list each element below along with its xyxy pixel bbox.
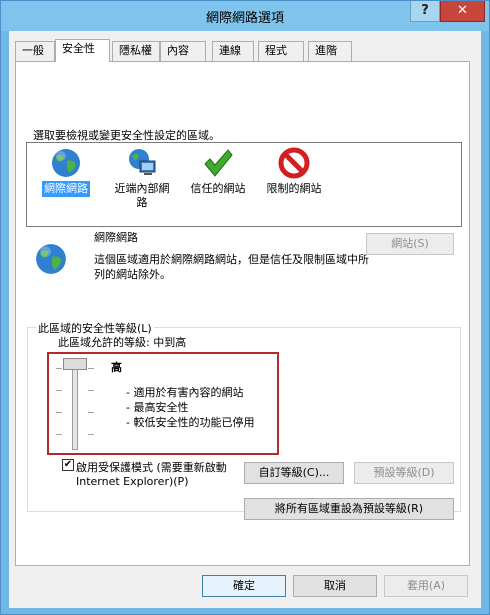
level-bullet-3: - 較低安全性的功能已停用 — [126, 416, 255, 429]
tab-security[interactable]: 安全性 — [55, 39, 110, 62]
zone-list[interactable]: 網際網路 近端內部網路 信任的網站 限制的網站 — [26, 142, 462, 227]
zone-description: 這個區域適用於網際網路網站，但是信任及限制區域中所列的網站除外。 — [94, 253, 369, 281]
default-level-button[interactable]: 預設等級(D) — [354, 462, 454, 484]
slider-tick — [88, 390, 94, 391]
slider-tick — [88, 368, 94, 369]
security-level-name: 高 — [111, 361, 122, 374]
ok-button[interactable]: 確定 — [202, 575, 286, 597]
tab-content[interactable]: 內容 — [160, 41, 206, 61]
security-slider-track[interactable] — [72, 368, 78, 450]
help-button[interactable]: ? — [410, 1, 440, 22]
globe-icon — [36, 244, 66, 274]
custom-level-button[interactable]: 自訂等級(C)... — [244, 462, 344, 484]
protected-mode-label-line1[interactable]: 啟用受保護模式 (需要重新啟動 — [76, 459, 227, 475]
title-bar[interactable]: 網際網路選項 ? ✕ — [1, 1, 489, 31]
intranet-icon — [129, 149, 156, 175]
reset-all-zones-button[interactable]: 將所有區域重設為預設等級(R) — [244, 498, 454, 520]
slider-tick — [56, 390, 62, 391]
close-button[interactable]: ✕ — [440, 1, 485, 22]
level-bullet-2: - 最高安全性 — [126, 401, 189, 414]
zone-trusted-sites[interactable]: 信任的網站 — [181, 147, 255, 197]
restricted-icon — [278, 147, 310, 179]
slider-tick — [56, 368, 62, 369]
protected-mode-checkbox[interactable]: ✔ — [62, 459, 74, 471]
allowed-levels: 此區域允許的等級: 中到高 — [58, 336, 187, 349]
slider-tick — [88, 434, 94, 435]
globe-icon — [52, 149, 80, 177]
tab-programs[interactable]: 程式 — [258, 41, 304, 61]
protected-mode-label-line2[interactable]: Internet Explorer)(P) — [76, 475, 188, 488]
slider-tick — [56, 412, 62, 413]
security-tab-panel: 選取要檢視或變更安全性設定的區域。 網際網路 近端內部網路 信任的網站 限制的網… — [15, 61, 470, 566]
zone-name: 網際網路 — [94, 231, 138, 244]
slider-tick — [88, 412, 94, 413]
zone-internet-label: 網際網路 — [42, 181, 90, 197]
sites-button[interactable]: 網站(S) — [366, 233, 454, 255]
tab-privacy[interactable]: 隱私權 — [112, 41, 160, 61]
cancel-button[interactable]: 取消 — [293, 575, 377, 597]
zone-internet[interactable]: 網際網路 — [29, 147, 103, 197]
dialog-client: 一般 安全性 隱私權 內容 連線 程式 進階 選取要檢視或變更安全性設定的區域。… — [9, 31, 481, 608]
level-bullet-1: - 適用於有害內容的網站 — [126, 386, 244, 399]
zone-local-intranet-label: 近端內部網路 — [114, 182, 170, 209]
tab-advanced[interactable]: 進階 — [308, 41, 352, 61]
zone-restricted-sites[interactable]: 限制的網站 — [257, 147, 331, 197]
dialog-window: 網際網路選項 ? ✕ 一般 安全性 隱私權 內容 連線 程式 進階 選取要檢視或… — [0, 0, 490, 615]
apply-button[interactable]: 套用(A) — [384, 575, 468, 597]
checkmark-icon — [204, 149, 233, 177]
tab-general[interactable]: 一般 — [15, 41, 55, 61]
zone-local-intranet[interactable]: 近端內部網路 — [105, 147, 179, 211]
slider-tick — [56, 434, 62, 435]
tab-connections[interactable]: 連線 — [212, 41, 254, 61]
security-slider-thumb[interactable] — [63, 358, 87, 370]
zone-restricted-sites-label: 限制的網站 — [266, 182, 322, 195]
zone-trusted-sites-label: 信任的網站 — [190, 182, 246, 195]
zone-prompt: 選取要檢視或變更安全性設定的區域。 — [33, 129, 220, 142]
